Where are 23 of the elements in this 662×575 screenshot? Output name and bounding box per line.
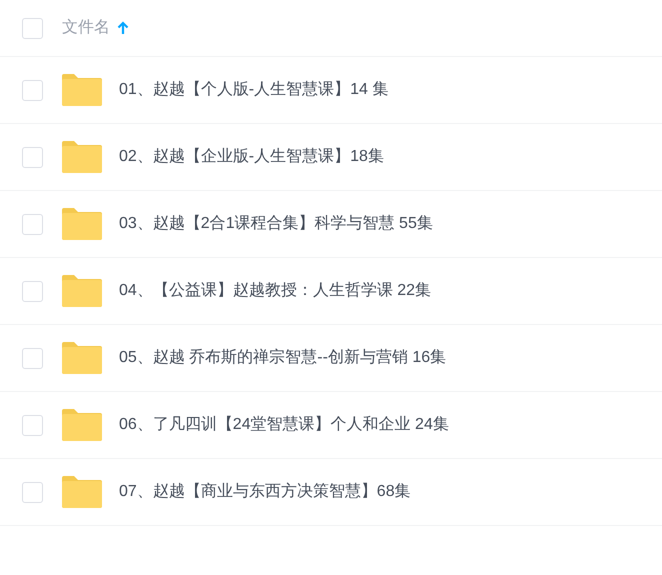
- checkbox[interactable]: [22, 348, 43, 368]
- checkbox[interactable]: [22, 80, 43, 100]
- checkbox[interactable]: [22, 280, 43, 302]
- folder-icon: [62, 275, 102, 307]
- folder-name[interactable]: 02、赵越【企业版-人生智慧课】18集: [119, 145, 384, 169]
- folder-name[interactable]: 03、赵越【2合1课程合集】科学与智慧 55集: [119, 212, 433, 236]
- folder-icon: [62, 141, 102, 173]
- folder-icon: [62, 342, 102, 374]
- checkbox[interactable]: [22, 146, 43, 168]
- folder-icon: [62, 476, 102, 508]
- folder-icon: [62, 74, 102, 106]
- arrow-up-icon[interactable]: [117, 21, 129, 35]
- folder-name[interactable]: 04、【公益课】赵越教授：人生哲学课 22集: [119, 279, 432, 303]
- checkbox[interactable]: [22, 214, 43, 234]
- checkbox[interactable]: [22, 482, 43, 502]
- folder-name[interactable]: 05、赵越 乔布斯的禅宗智慧--创新与营销 16集: [119, 346, 446, 370]
- folder-icon: [62, 409, 102, 441]
- checkbox[interactable]: [22, 414, 43, 436]
- folder-name[interactable]: 01、赵越【个人版-人生智慧课】14 集: [119, 78, 388, 102]
- folder-icon: [62, 208, 102, 240]
- checkbox[interactable]: [22, 18, 43, 38]
- folder-name[interactable]: 07、赵越【商业与东西方决策智慧】68集: [119, 480, 411, 504]
- folder-name[interactable]: 06、了凡四训【24堂智慧课】个人和企业 24集: [119, 413, 449, 437]
